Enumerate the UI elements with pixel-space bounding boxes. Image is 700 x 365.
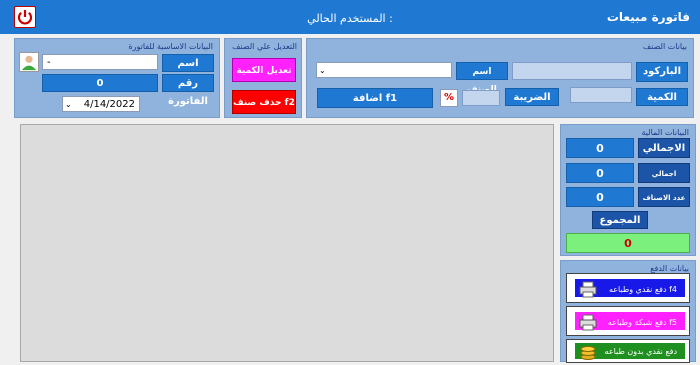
percent-symbol: % [440,89,458,107]
item-name-select[interactable]: ⌄ [316,62,452,78]
printer-icon [579,314,597,331]
barcode-label: الباركود [636,62,688,82]
cash-print-button[interactable]: دفع نقدي وطباعه f4 [566,273,690,303]
total-value: 0 [566,138,634,158]
current-user-label: المستخدم الحالي : [307,12,393,25]
invoice-date-picker[interactable]: ⌄ 4/14/2022 [62,96,140,112]
tax-total-value: 0 [566,163,634,183]
basic-data-heading: البيانات الاساسية للفاتورة [128,42,213,51]
customer-name-field[interactable]: - [42,54,158,70]
date-chevron-icon: ⌄ [65,100,72,109]
dropdown-chevron-icon: ⌄ [319,66,326,75]
item-name-label: اسم الصنف [456,62,508,95]
edit-quantity-button[interactable]: تعديل الكمية f3 [232,58,296,100]
invoice-items-grid[interactable] [20,124,554,362]
user-avatar-icon [19,52,39,72]
quantity-field[interactable] [570,87,632,103]
invoice-number-value: 0 [42,74,158,92]
network-print-button[interactable]: دفع شبكة وطباعه f5 [566,306,690,336]
items-count-value: 0 [566,187,634,207]
invoice-date-value: 4/14/2022 [83,99,135,110]
cash-no-print-button[interactable]: دفع نقدي بدون طباعه [566,339,690,363]
items-count-label: عدد الاصناف [638,187,690,207]
printer-icon [579,281,597,298]
sales-invoice-window: المستخدم الحالي : فاتورة مبيعات بيانات ا… [0,0,700,365]
financial-heading: البيانات المالية [641,128,689,137]
sum-button[interactable]: المجموع [592,211,648,229]
total-label: الاجمالي [638,138,690,158]
add-item-button[interactable]: اضافة f1 [317,88,433,108]
cash-coins-icon [580,346,596,360]
tax-label: الضريبة [505,88,559,106]
tax-field[interactable] [462,90,500,106]
invoice-number-label: رقم الفاتورة [162,74,214,107]
tax-total-label: اجمالي الضريبة [638,163,690,198]
sum-value: 0 [566,233,690,253]
window-title: فاتورة مبيعات [606,10,690,24]
delete-item-button[interactable]: حذف صنف f2 [232,90,296,114]
item-data-heading: بيانات الصنف [642,42,687,51]
customer-name-label: اسم العميل [162,54,214,87]
quantity-label: الكمية [636,88,688,106]
edit-item-heading: التعديل علي الصنف [232,42,297,51]
barcode-field[interactable] [512,62,632,80]
payment-heading: بيانات الدفع [650,264,689,273]
title-bar: المستخدم الحالي : فاتورة مبيعات [0,0,700,34]
